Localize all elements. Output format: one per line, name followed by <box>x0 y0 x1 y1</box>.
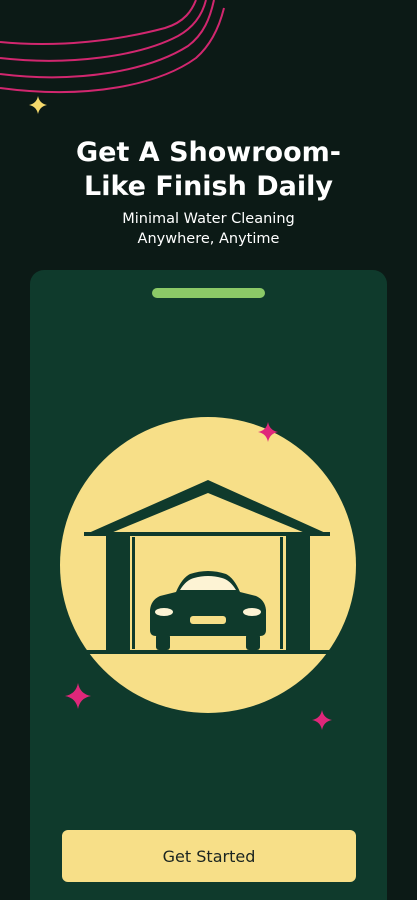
title-line-1: Get A Showroom- <box>76 137 341 168</box>
sparkle-icon <box>29 96 47 114</box>
drag-handle[interactable] <box>152 288 265 298</box>
decorative-wave-lines <box>0 0 225 93</box>
subtitle-line-1: Minimal Water Cleaning <box>122 211 295 227</box>
subtitle-line-2: Anywhere, Anytime <box>137 231 280 247</box>
car-garage-icon <box>60 417 356 730</box>
page-subtitle: Minimal Water Cleaning Anywhere, Anytime <box>0 209 417 249</box>
onboarding-card: Get Started <box>30 270 387 900</box>
get-started-button[interactable]: Get Started <box>62 830 356 882</box>
page-title: Get A Showroom- Like Finish Daily <box>0 136 417 204</box>
title-line-2: Like Finish Daily <box>83 171 333 202</box>
